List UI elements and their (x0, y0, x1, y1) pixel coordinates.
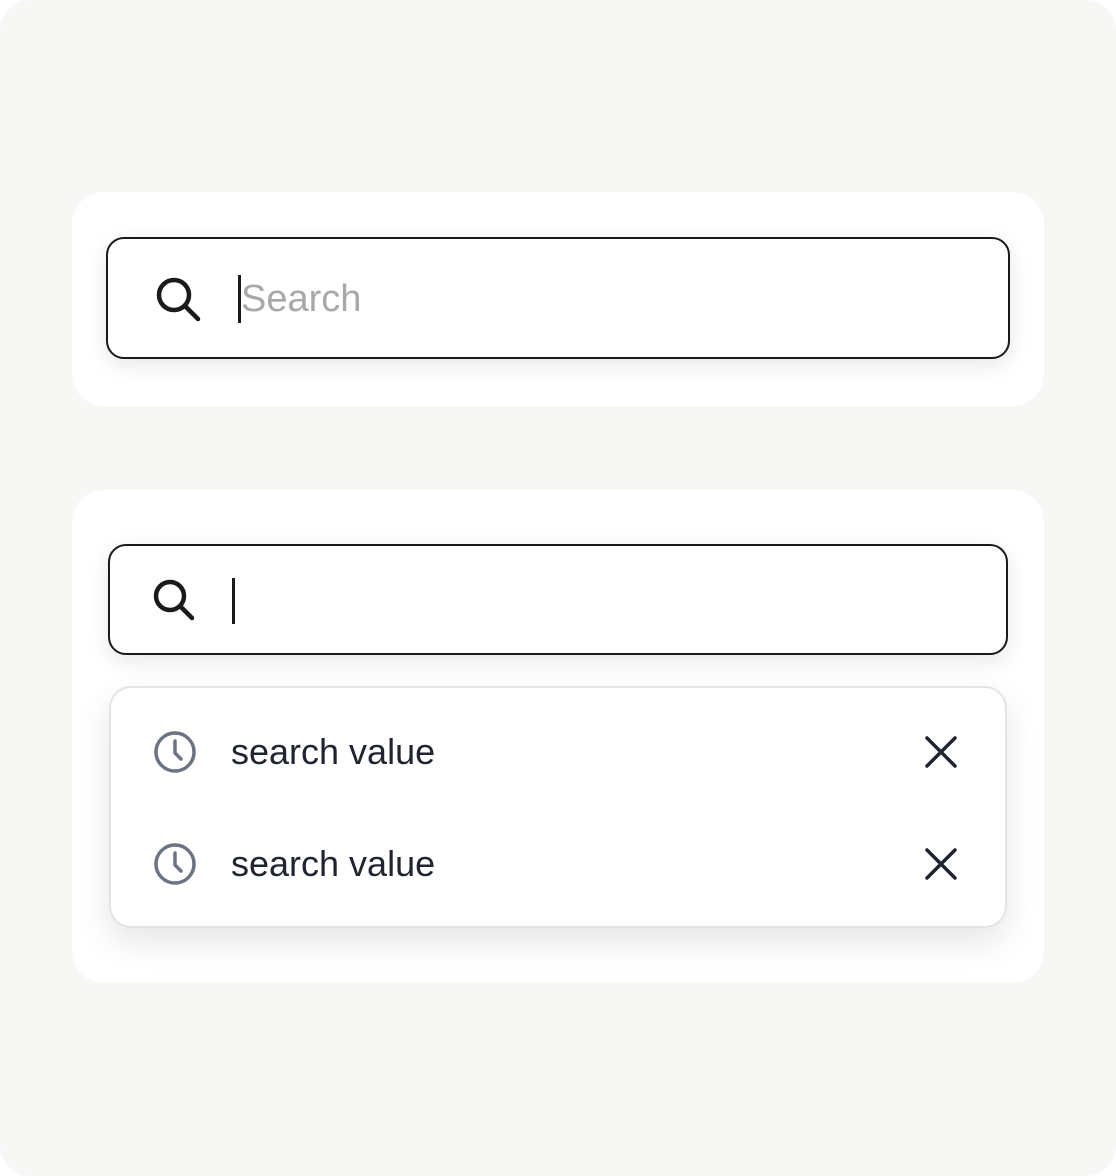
search-history-dropdown: search value search value (109, 686, 1007, 928)
history-item[interactable]: search value (111, 808, 1005, 920)
page-background: search value se (0, 0, 1116, 1176)
search-bar[interactable] (106, 237, 1010, 359)
history-item-label: search value (231, 843, 436, 884)
search-card-history: search value search value (72, 490, 1044, 983)
text-caret (232, 578, 235, 624)
remove-history-button[interactable] (921, 732, 961, 772)
close-icon (921, 732, 961, 772)
search-card-empty (72, 192, 1044, 406)
search-bar[interactable] (108, 544, 1008, 655)
search-input[interactable] (237, 571, 957, 631)
history-item-label: search value (231, 731, 436, 772)
search-icon (150, 576, 200, 626)
clock-icon (153, 842, 197, 886)
history-item[interactable]: search value (111, 696, 1005, 808)
search-input[interactable] (241, 267, 961, 331)
search-icon (152, 273, 206, 327)
close-icon (921, 844, 961, 884)
clock-icon (153, 730, 197, 774)
remove-history-button[interactable] (921, 844, 961, 884)
